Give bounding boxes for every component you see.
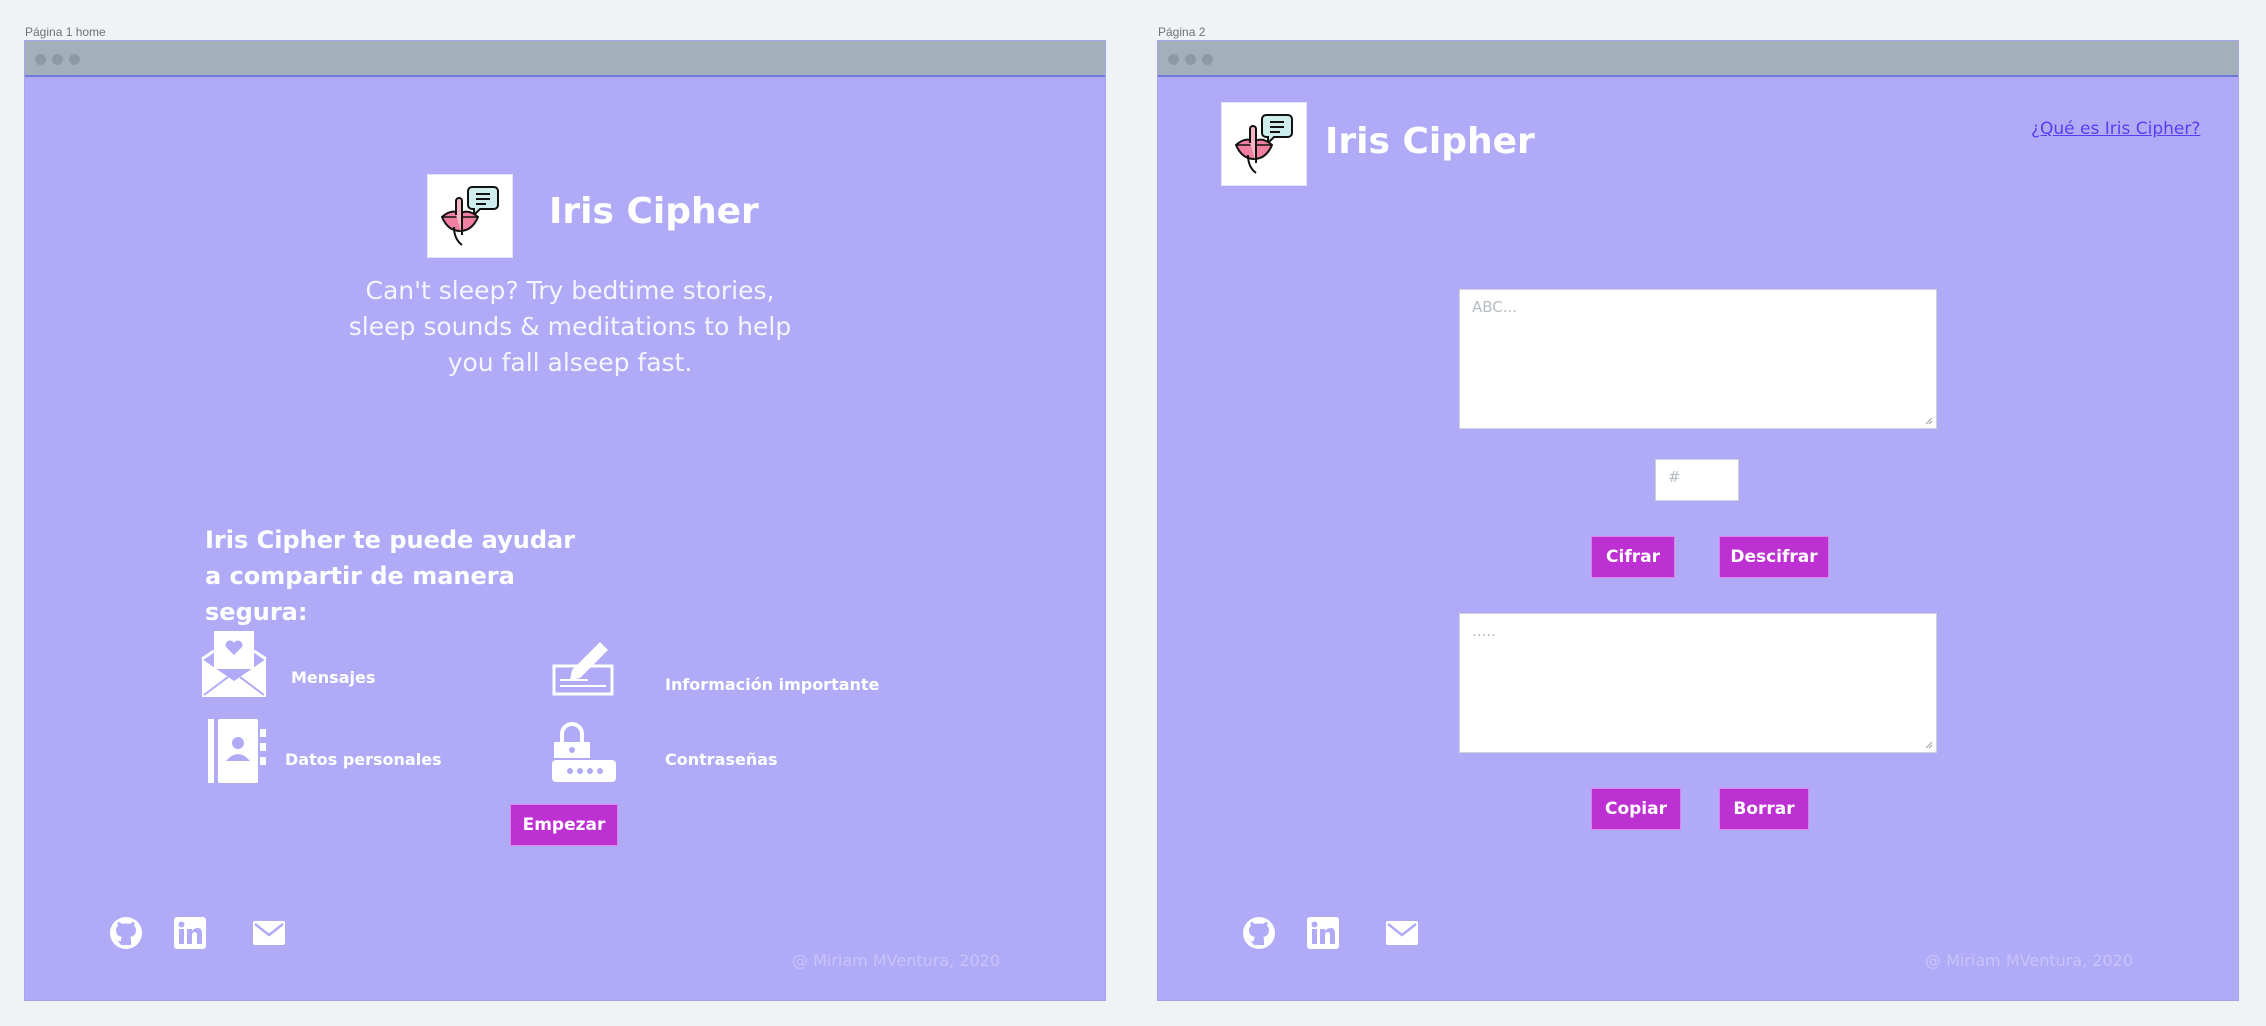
help-title: Iris Cipher te puede ayudar a compartir … [205, 526, 576, 626]
tagline: Can't sleep? Try bedtime stories, sleep … [348, 276, 792, 377]
brand-title: Iris Cipher [549, 191, 759, 232]
page-1-label: Página 1 home [25, 25, 106, 39]
resize-grip-icon [1925, 741, 1933, 749]
clear-button[interactable]: Borrar [1719, 788, 1809, 830]
page-2-frame: Iris Cipher ¿Qué es Iris Cipher? ABC... … [1158, 41, 2238, 1000]
github-icon[interactable] [1242, 916, 1276, 950]
footer-copyright: @ Miriam MVentura, 2020 [792, 951, 1001, 970]
resize-grip-icon [1925, 417, 1933, 425]
message-input[interactable]: ABC... [1459, 289, 1937, 429]
logo [427, 174, 513, 258]
envelope-heart-icon [200, 629, 268, 699]
browser-titlebar [25, 41, 1105, 77]
offset-input-placeholder: # [1668, 468, 1681, 486]
page-2-label: Página 2 [1158, 25, 1206, 39]
logo [1221, 102, 1307, 186]
browser-titlebar [1158, 41, 2238, 77]
window-dot-icon [52, 54, 63, 65]
linkedin-icon[interactable] [1306, 916, 1340, 950]
start-button[interactable]: Empezar [510, 804, 618, 846]
copy-button[interactable]: Copiar [1591, 788, 1681, 830]
feature-label-important-info: Información importante [665, 675, 880, 694]
feature-label-personal-data: Datos personales [285, 750, 442, 769]
mail-icon[interactable] [1385, 916, 1419, 950]
window-dot-icon [1168, 54, 1179, 65]
footer-copyright: @ Miriam MVentura, 2020 [1925, 951, 2134, 970]
feature-label-passwords: Contraseñas [665, 750, 778, 769]
mail-icon[interactable] [252, 916, 286, 950]
offset-input[interactable]: # [1655, 459, 1739, 501]
linkedin-icon[interactable] [173, 916, 207, 950]
page-1-frame: Iris Cipher Can't sleep? Try bedtime sto… [25, 41, 1105, 1000]
result-output-placeholder: ..... [1472, 622, 1496, 640]
lips-speech-bubble-icon [1234, 114, 1293, 174]
window-dot-icon [1202, 54, 1213, 65]
brand-title: Iris Cipher [1325, 121, 1535, 162]
window-dot-icon [69, 54, 80, 65]
decipher-button[interactable]: Descifrar [1719, 536, 1829, 578]
about-link[interactable]: ¿Qué es Iris Cipher? [2031, 119, 2200, 139]
cipher-button[interactable]: Cifrar [1591, 536, 1675, 578]
github-icon[interactable] [109, 916, 143, 950]
contact-book-icon [206, 717, 268, 785]
result-output[interactable]: ..... [1459, 613, 1937, 753]
window-dot-icon [35, 54, 46, 65]
feature-label-messages: Mensajes [291, 668, 376, 687]
window-dot-icon [1185, 54, 1196, 65]
lips-speech-bubble-icon [440, 186, 499, 246]
check-writing-icon [552, 638, 614, 696]
padlock-password-icon [550, 716, 618, 784]
message-input-placeholder: ABC... [1472, 298, 1518, 316]
